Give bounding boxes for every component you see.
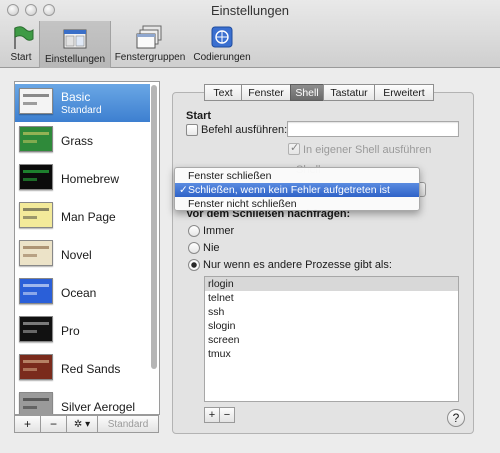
profile-name: Silver Aerogel (61, 400, 136, 414)
run-in-shell-checkbox[interactable] (288, 141, 300, 155)
process-row[interactable]: rlogin (205, 277, 458, 291)
process-row[interactable]: ssh (205, 305, 458, 319)
profile-name: Red Sands (61, 362, 121, 376)
window-settings-icon (61, 26, 89, 52)
profile-name: Man Page (61, 210, 116, 224)
process-list[interactable]: rlogin telnet ssh slogin screen tmux (204, 276, 459, 402)
profile-item-novel[interactable]: Novel (15, 236, 150, 274)
window-group-icon (136, 24, 164, 50)
profile-thumbnail (19, 392, 53, 414)
run-command-checkbox[interactable] (186, 124, 198, 136)
toolbar-start[interactable]: Start (5, 20, 37, 66)
profile-thumbnail (19, 126, 53, 152)
remove-profile-button[interactable]: − (40, 415, 67, 433)
tab-window[interactable]: Fenster (241, 84, 291, 101)
tab-keyboard[interactable]: Tastatur (323, 84, 375, 101)
shell-exit-popup-menu: Fenster schließen ✓ Schließen, wenn kein… (174, 167, 420, 211)
profile-item-man-page[interactable]: Man Page (15, 198, 150, 236)
toolbar-settings-label: Einstellungen (44, 54, 106, 65)
process-list-buttons: + − (204, 407, 235, 423)
menu-item-label: Fenster nicht schließen (188, 198, 297, 210)
process-row[interactable]: tmux (205, 347, 458, 361)
menu-item-label: Fenster schließen (188, 170, 272, 182)
radio-never[interactable] (188, 242, 200, 254)
start-heading: Start (186, 110, 212, 122)
profile-list-scrollbar[interactable] (150, 85, 158, 407)
menu-item-dont-close-window[interactable]: Fenster nicht schließen (175, 197, 419, 211)
add-process-button[interactable]: + (204, 407, 220, 423)
terminal-preferences-window: Einstellungen Start Einstellungen Fenste… (0, 0, 500, 453)
toolbar-window-groups[interactable]: Fenstergruppen (112, 20, 188, 66)
set-default-button[interactable]: Standard (97, 415, 159, 433)
toolbar-settings[interactable]: Einstellungen (39, 21, 111, 68)
titlebar: Einstellungen Start Einstellungen Fenste… (0, 0, 500, 68)
help-button[interactable]: ? (447, 409, 465, 427)
radio-never-label: Nie (203, 242, 220, 254)
profile-item-basic[interactable]: Basic Standard (15, 84, 150, 122)
profile-item-homebrew[interactable]: Homebrew (15, 160, 150, 198)
checkmark-icon: ✓ (179, 184, 188, 196)
toolbar-window-groups-label: Fenstergruppen (114, 52, 186, 63)
flag-icon (7, 24, 35, 50)
process-row[interactable]: slogin (205, 319, 458, 333)
profile-list-buttons: + − ✲ ▾ Standard (14, 415, 159, 433)
radio-always[interactable] (188, 225, 200, 237)
process-row[interactable]: telnet (205, 291, 458, 305)
profile-thumbnail (19, 316, 53, 342)
add-profile-button[interactable]: + (14, 415, 41, 433)
tab-advanced[interactable]: Erweitert (374, 84, 434, 101)
profile-name: Homebrew (61, 172, 120, 186)
toolbar-encodings[interactable]: Codierungen (190, 20, 254, 66)
profile-name: Novel (61, 248, 92, 262)
profile-item-ocean[interactable]: Ocean (15, 274, 150, 312)
toolbar-start-label: Start (10, 52, 32, 63)
profile-thumbnail (19, 240, 53, 266)
scrollbar-knob[interactable] (151, 85, 157, 369)
profile-name: Ocean (61, 286, 97, 300)
radio-only-other-processes-label: Nur wenn es andere Prozesse gibt als: (203, 259, 392, 271)
profile-name: Grass (61, 134, 94, 148)
run-in-shell-label: In eigener Shell ausführen (303, 144, 432, 156)
radio-only-other-processes[interactable] (188, 259, 200, 271)
profile-default-label: Standard (61, 105, 102, 116)
encoding-icon (208, 24, 236, 50)
profile-thumbnail (19, 164, 53, 190)
profile-item-silver-aerogel[interactable]: Silver Aerogel (15, 388, 150, 414)
menu-item-close-window[interactable]: Fenster schließen (175, 169, 419, 183)
profile-item-grass[interactable]: Grass (15, 122, 150, 160)
profile-item-red-sands[interactable]: Red Sands (15, 350, 150, 388)
profile-thumbnail (19, 88, 53, 114)
profile-thumbnail (19, 202, 53, 228)
menu-item-label: Schließen, wenn kein Fehler aufgetreten … (188, 184, 390, 196)
gear-menu-button[interactable]: ✲ ▾ (66, 415, 98, 433)
menu-item-close-if-clean-exit[interactable]: ✓ Schließen, wenn kein Fehler aufgetrete… (175, 183, 419, 197)
profile-list[interactable]: Basic Standard Grass Homebrew Man Page N… (14, 81, 160, 415)
profile-name: Pro (61, 324, 80, 338)
process-row[interactable]: screen (205, 333, 458, 347)
run-command-label: Befehl ausführen: (201, 124, 288, 136)
tab-shell[interactable]: Shell (290, 84, 324, 101)
run-command-field[interactable] (287, 121, 459, 137)
profile-item-pro[interactable]: Pro (15, 312, 150, 350)
toolbar-encodings-label: Codierungen (193, 52, 251, 63)
window-title: Einstellungen (210, 3, 290, 18)
remove-process-button[interactable]: − (219, 407, 235, 423)
radio-always-label: Immer (203, 225, 235, 237)
profile-thumbnail (19, 354, 53, 380)
profile-name: Basic (61, 90, 91, 104)
settings-tabs: Text Fenster Shell Tastatur Erweitert (204, 84, 434, 101)
tab-text[interactable]: Text (204, 84, 242, 101)
profile-thumbnail (19, 278, 53, 304)
